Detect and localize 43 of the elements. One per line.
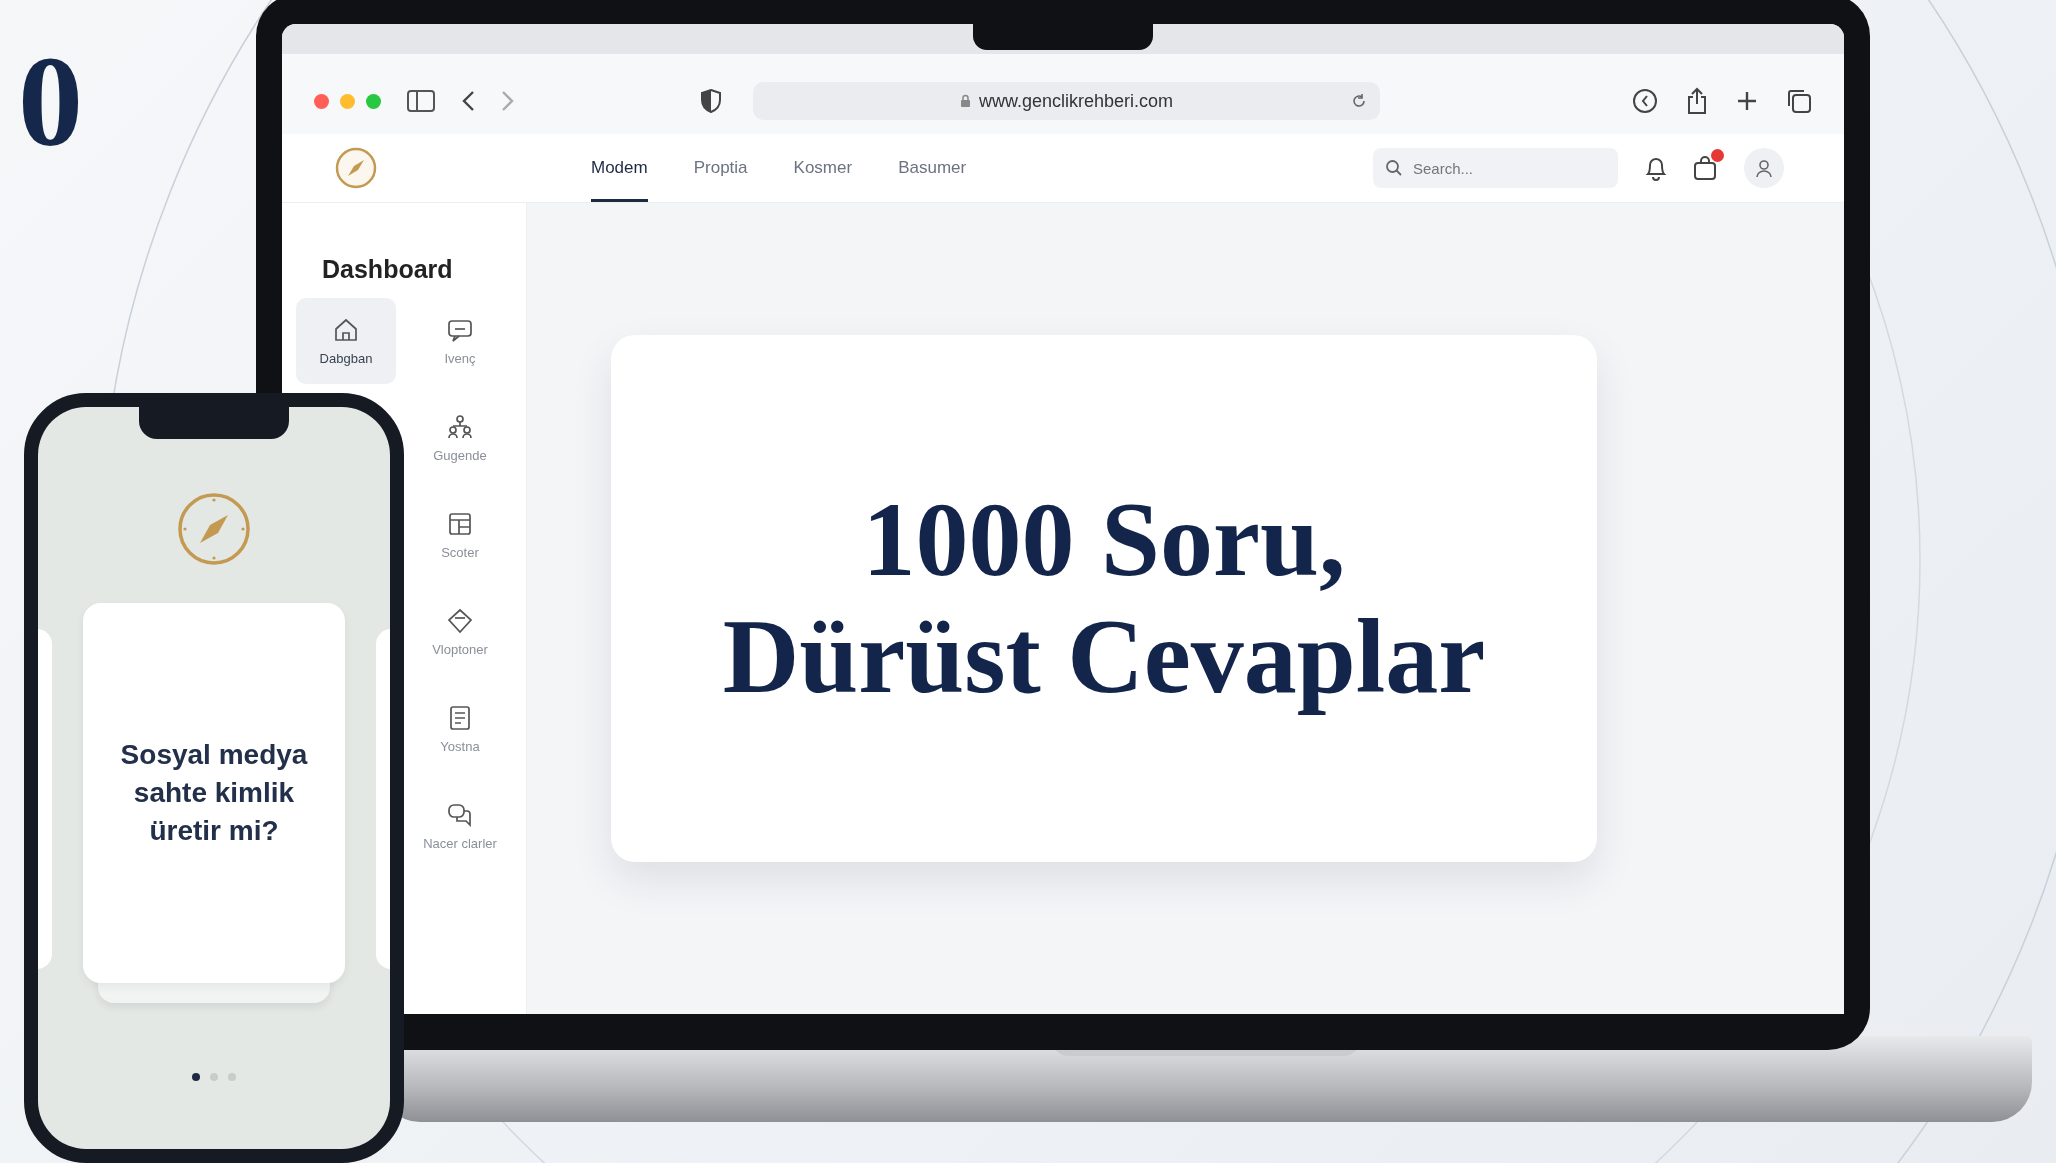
- plus-icon[interactable]: [1736, 90, 1758, 112]
- compass-logo-icon[interactable]: [334, 146, 378, 190]
- question-card[interactable]: Sosyal medya sahte kimlik üretir mi?: [83, 603, 345, 983]
- sidebar-item[interactable]: Ivenç: [410, 298, 510, 384]
- sidebar-icon[interactable]: [407, 90, 435, 112]
- bag-icon[interactable]: [1692, 155, 1718, 181]
- tabs-icon[interactable]: [1786, 88, 1812, 114]
- sidebar-item[interactable]: Yostna: [410, 686, 510, 772]
- nav-tab[interactable]: Kosmer: [793, 134, 853, 202]
- page-dot[interactable]: [228, 1073, 236, 1081]
- list-icon: [447, 704, 473, 731]
- avatar[interactable]: [1744, 148, 1784, 188]
- share-icon[interactable]: [1686, 87, 1708, 115]
- nav-tab[interactable]: Proptia: [693, 134, 748, 202]
- sidebar-title: Dashboard: [322, 255, 454, 284]
- question-text: Sosyal medya sahte kimlik üretir mi?: [119, 738, 309, 848]
- lock-icon: [959, 94, 971, 108]
- diamond-icon: [447, 607, 473, 634]
- hero-heading: Dürüst Cevaplar: [722, 598, 1486, 716]
- url-text: www.genclikrehberi.com: [978, 90, 1174, 112]
- sidebar-item[interactable]: Gugende: [410, 395, 510, 481]
- compass-icon: [176, 491, 252, 567]
- sidebar-item[interactable]: Scoter: [410, 492, 510, 578]
- grid-icon: [447, 510, 473, 537]
- sidebar-item[interactable]: Nacer clarler: [410, 783, 510, 869]
- nav-tab[interactable]: Basumer: [898, 134, 967, 202]
- sidebar-item[interactable]: Vloptoner: [410, 589, 510, 675]
- sidebar-item[interactable]: Dabgban: [296, 298, 396, 384]
- back-icon[interactable]: [461, 90, 475, 112]
- bubbles-icon: [447, 801, 473, 828]
- people-icon: [447, 413, 473, 440]
- home-icon: [333, 316, 359, 343]
- reload-icon[interactable]: [1350, 92, 1368, 110]
- hero-heading: 1000 Soru,: [862, 481, 1346, 599]
- bell-icon[interactable]: [1644, 155, 1668, 181]
- page-dot[interactable]: [192, 1073, 200, 1081]
- search-icon: [1385, 159, 1403, 177]
- shield-icon[interactable]: [701, 89, 721, 113]
- search-field[interactable]: Search...: [1373, 148, 1618, 188]
- address-bar[interactable]: www.genclikrehberi.com: [753, 82, 1380, 120]
- heading-fragment: 0: [18, 36, 83, 166]
- page-dot[interactable]: [210, 1073, 218, 1081]
- close-icon[interactable]: [314, 93, 329, 109]
